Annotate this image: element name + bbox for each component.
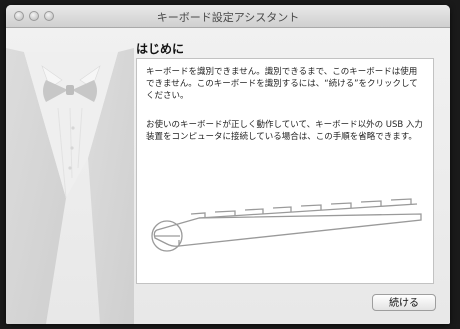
window-title: キーボード設定アシスタント	[156, 11, 300, 24]
window-content: はじめに キーボードを識別できません。識別できるまで、このキーボードは使用できま…	[6, 28, 450, 324]
setup-assistant-window: キーボード設定アシスタント はじめに キーボードを識別できません。識別できるまで…	[6, 5, 450, 324]
instruction-panel: キーボードを識別できません。識別できるまで、このキーボードは使用できません。この…	[136, 58, 434, 284]
continue-button[interactable]: 続ける	[372, 294, 436, 311]
tuxedo-illustration-icon	[6, 48, 134, 324]
instruction-paragraph-2: お使いのキーボードが正しく動作していて、キーボード以外の USB 入力装置をコン…	[146, 120, 423, 142]
page-heading: はじめに	[136, 42, 185, 56]
keyboard-illustration-icon	[151, 198, 422, 252]
instruction-paragraph-1: キーボードを識別できません。識別できるまで、このキーボードは使用できません。この…	[146, 67, 418, 101]
title-bar: キーボード設定アシスタント	[6, 5, 450, 28]
